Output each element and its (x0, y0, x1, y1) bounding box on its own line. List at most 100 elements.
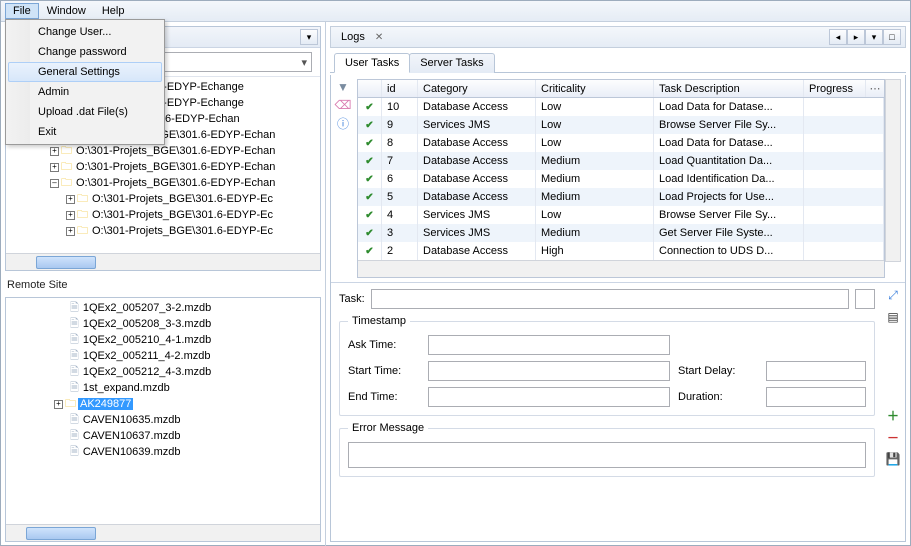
clear-icon[interactable]: ⌫ (335, 97, 351, 113)
task-button[interactable] (855, 289, 875, 309)
tab-user-tasks[interactable]: User Tasks (334, 53, 410, 73)
cell-progress (804, 152, 884, 170)
expand-icon[interactable]: + (50, 147, 59, 156)
cell-id: 3 (382, 224, 418, 242)
close-icon[interactable]: ✕ (375, 32, 383, 43)
file-label[interactable]: 1QEx2_005210_4-1.mzdb (81, 334, 213, 346)
menu-file[interactable]: File (5, 3, 39, 19)
duration-field[interactable] (766, 387, 866, 407)
col-progress[interactable]: Progress (804, 80, 866, 97)
menu-item-general-settings[interactable]: General Settings (8, 62, 162, 82)
hscrollbar[interactable] (6, 524, 320, 541)
save-icon[interactable]: 💾 (885, 451, 901, 467)
check-icon: ✔ (365, 246, 373, 257)
col-criticality[interactable]: Criticality (536, 80, 654, 97)
error-field[interactable] (348, 442, 866, 468)
check-icon: ✔ (365, 174, 373, 185)
file-label[interactable]: 1QEx2_005208_3-3.mzdb (81, 318, 213, 330)
file-label[interactable]: 1st_expand.mzdb (81, 382, 172, 394)
cell-progress (804, 242, 884, 260)
file-label[interactable]: CAVEN10635.mzdb (81, 414, 183, 426)
folder-icon: 🗀 (77, 222, 88, 241)
table-row[interactable]: ✔4Services JMSLowBrowse Server File Sy..… (358, 206, 884, 224)
table-vscrollbar[interactable] (885, 79, 901, 262)
folder-label-selected[interactable]: AK249877 (78, 398, 133, 410)
file-label[interactable]: CAVEN10639.mzdb (81, 446, 183, 458)
file-icon: 🗎 (70, 443, 79, 462)
menu-item-upload-dat[interactable]: Upload .dat File(s) (8, 102, 162, 122)
col-id[interactable]: id (382, 80, 418, 97)
file-label[interactable]: CAVEN10637.mzdb (81, 430, 183, 442)
remote-tree[interactable]: 🗎1QEx2_005207_3-2.mzdb 🗎1QEx2_005208_3-3… (6, 298, 320, 524)
cell-description: Load Projects for Use... (654, 188, 804, 206)
table-row[interactable]: ✔7Database AccessMediumLoad Quantitation… (358, 152, 884, 170)
table-row[interactable]: ✔9Services JMSLowBrowse Server File Sy..… (358, 116, 884, 134)
menu-item-exit[interactable]: Exit (8, 122, 162, 142)
cell-description: Load Data for Datase... (654, 134, 804, 152)
table-row[interactable]: ✔8Database AccessLowLoad Data for Datase… (358, 134, 884, 152)
start-delay-label: Start Delay: (678, 365, 758, 377)
folder-label[interactable]: O:\301-Projets_BGE\301.6-EDYP-Ec (90, 193, 275, 205)
folder-label[interactable]: O:\301-Projets_BGE\301.6-EDYP-Echan (74, 177, 277, 189)
filter-icon[interactable]: ▼ (335, 79, 351, 95)
col-settings-icon[interactable]: ⋯ (866, 80, 884, 97)
expand-icon[interactable]: + (66, 227, 75, 236)
col-description[interactable]: Task Description (654, 80, 804, 97)
end-time-field[interactable] (428, 387, 670, 407)
cell-criticality: Medium (536, 170, 654, 188)
table-header: id Category Criticality Task Description… (358, 80, 884, 98)
menu-item-change-password[interactable]: Change password (8, 42, 162, 62)
logs-panel-title[interactable]: Logs (335, 29, 371, 45)
expand-icon[interactable]: + (66, 195, 75, 204)
panel-menu-button[interactable]: ▾ (865, 29, 883, 45)
folder-label[interactable]: O:\301-Projets_BGE\301.6-EDYP-Echan (74, 161, 277, 173)
start-time-label: Start Time: (348, 365, 420, 377)
collapse-icon[interactable]: – (50, 179, 59, 188)
nav-prev-button[interactable]: ◂ (829, 29, 847, 45)
panel-menu-button[interactable]: ▾ (300, 29, 318, 45)
remove-icon[interactable]: － (885, 429, 901, 445)
menu-item-admin[interactable]: Admin (8, 82, 162, 102)
expand-icon[interactable]: + (66, 211, 75, 220)
export-icon[interactable]: ▤ (885, 309, 901, 325)
table-row[interactable]: ✔5Database AccessMediumLoad Projects for… (358, 188, 884, 206)
file-label[interactable]: 1QEx2_005212_4-3.mzdb (81, 366, 213, 378)
tasks-table: id Category Criticality Task Description… (357, 79, 885, 278)
expand-icon[interactable]: + (54, 400, 63, 409)
folder-label[interactable]: O:\301-Projets_BGE\301.6-EDYP-Echan (74, 145, 277, 157)
table-row[interactable]: ✔2Database AccessHighConnection to UDS D… (358, 242, 884, 260)
remote-site-label: Remote Site (5, 275, 321, 293)
col-category[interactable]: Category (418, 80, 536, 97)
cell-id: 8 (382, 134, 418, 152)
table-row[interactable]: ✔10Database AccessLowLoad Data for Datas… (358, 98, 884, 116)
cell-id: 9 (382, 116, 418, 134)
add-icon[interactable]: ＋ (885, 407, 901, 423)
cell-category: Database Access (418, 188, 536, 206)
folder-label[interactable]: O:\301-Projets_BGE\301.6-EDYP-Ec (90, 209, 275, 221)
folder-label[interactable]: O:\301-Projets_BGE\301.6-EDYP-Ec (90, 225, 275, 237)
cell-progress (804, 206, 884, 224)
task-field[interactable] (371, 289, 849, 309)
expand-icon[interactable]: ⤢ (885, 287, 901, 303)
table-row[interactable]: ✔6Database AccessMediumLoad Identificati… (358, 170, 884, 188)
start-delay-field[interactable] (766, 361, 866, 381)
maximize-button[interactable]: □ (883, 29, 901, 45)
nav-next-button[interactable]: ▸ (847, 29, 865, 45)
tab-server-tasks[interactable]: Server Tasks (409, 53, 494, 73)
check-icon: ✔ (365, 192, 373, 203)
check-icon: ✔ (365, 138, 373, 149)
cell-category: Services JMS (418, 206, 536, 224)
file-label[interactable]: 1QEx2_005211_4-2.mzdb (81, 350, 213, 362)
ask-time-field[interactable] (428, 335, 670, 355)
table-row[interactable]: ✔3Services JMSMediumGet Server File Syst… (358, 224, 884, 242)
task-label: Task: (339, 293, 365, 305)
expand-icon[interactable]: + (50, 163, 59, 172)
info-icon[interactable]: ⓘ (335, 115, 351, 131)
menu-item-change-user[interactable]: Change User... (8, 22, 162, 42)
start-time-field[interactable] (428, 361, 670, 381)
table-hscrollbar[interactable] (358, 260, 884, 277)
menu-help[interactable]: Help (94, 3, 133, 19)
file-label[interactable]: 1QEx2_005207_3-2.mzdb (81, 302, 213, 314)
hscrollbar[interactable] (6, 253, 320, 270)
menu-window[interactable]: Window (39, 3, 94, 19)
